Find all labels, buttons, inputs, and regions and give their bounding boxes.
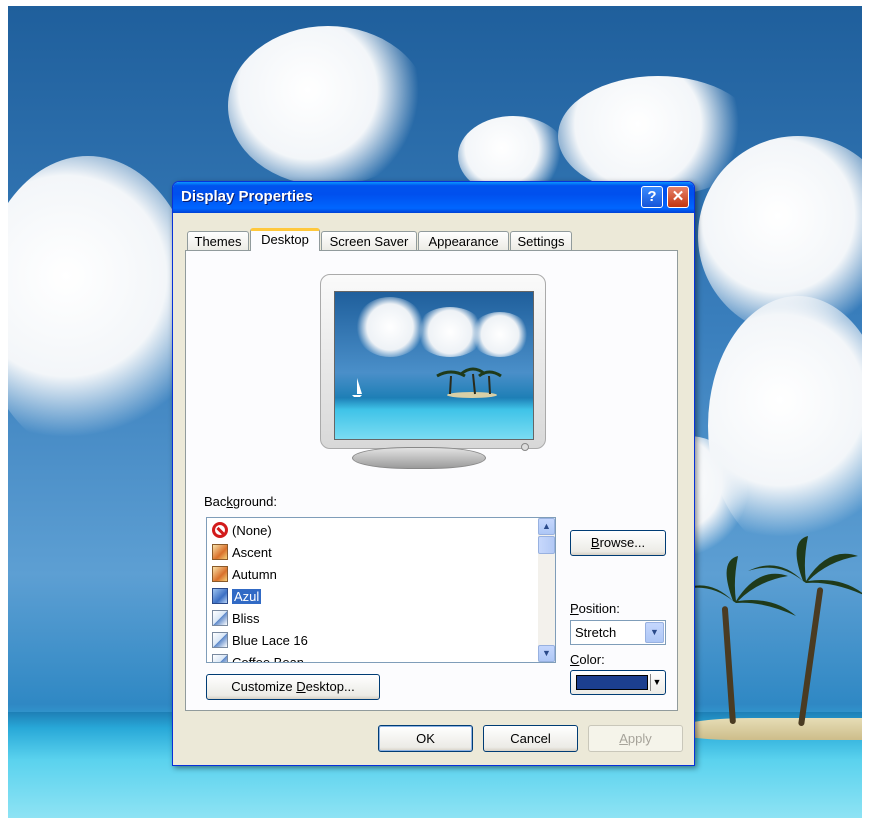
help-button[interactable]: ? xyxy=(641,186,663,208)
power-button-icon xyxy=(521,443,529,451)
tab-settings[interactable]: Settings xyxy=(510,231,572,250)
list-item[interactable]: Ascent xyxy=(212,543,272,563)
background-label: Background: xyxy=(204,494,277,509)
position-dropdown[interactable]: Stretch ▼ xyxy=(570,620,666,645)
position-label: Position: xyxy=(570,601,620,616)
image-file-icon xyxy=(212,588,228,604)
dialog-client-area: Themes Desktop Screen Saver Appearance S… xyxy=(177,213,690,761)
list-item[interactable]: Autumn xyxy=(212,565,277,585)
desktop-tab-panel: Background: (None) Ascent Autumn Azul Bl… xyxy=(185,250,678,711)
image-file-icon xyxy=(212,566,228,582)
list-scrollbar[interactable]: ▲ ▼ xyxy=(538,518,555,662)
tab-desktop[interactable]: Desktop xyxy=(250,228,320,251)
palm-tree-icon xyxy=(748,536,862,595)
color-swatch xyxy=(576,675,648,690)
color-picker-button[interactable]: ▼ xyxy=(570,670,666,695)
scroll-thumb[interactable] xyxy=(538,536,555,554)
close-icon: ✕ xyxy=(671,188,685,205)
chevron-up-icon: ▲ xyxy=(542,521,551,531)
island xyxy=(682,718,862,740)
tab-themes[interactable]: Themes xyxy=(187,231,249,250)
background-list[interactable]: (None) Ascent Autumn Azul Bliss Blue Lac… xyxy=(206,517,556,663)
color-label: Color: xyxy=(570,652,605,667)
monitor-preview xyxy=(320,274,546,451)
browse-button[interactable]: Browse... xyxy=(570,530,666,556)
paint-file-icon xyxy=(212,632,228,648)
chevron-down-icon: ▼ xyxy=(542,648,551,658)
none-icon xyxy=(212,522,228,538)
palm-tree-icon xyxy=(436,367,502,395)
cancel-button[interactable]: Cancel xyxy=(483,725,578,752)
list-item[interactable]: Azul xyxy=(212,587,262,607)
monitor-stand xyxy=(352,447,486,469)
display-properties-window: Display Properties ? ✕ Themes Desktop Sc… xyxy=(172,181,695,766)
position-value: Stretch xyxy=(575,625,617,640)
paint-file-icon xyxy=(212,610,228,626)
tab-appearance[interactable]: Appearance xyxy=(418,231,509,250)
sailboat-icon xyxy=(352,378,362,397)
paint-file-icon xyxy=(212,654,228,662)
image-file-icon xyxy=(212,544,228,560)
list-item[interactable]: Blue Lace 16 xyxy=(212,631,308,651)
title-bar[interactable]: Display Properties ? ✕ xyxy=(173,182,694,213)
list-item[interactable]: (None) xyxy=(212,521,272,541)
wallpaper-preview xyxy=(334,291,534,440)
tab-screen-saver[interactable]: Screen Saver xyxy=(321,231,417,250)
customize-desktop-button[interactable]: Customize Desktop... xyxy=(206,674,380,700)
list-item[interactable]: Bliss xyxy=(212,609,259,629)
chevron-down-icon[interactable]: ▼ xyxy=(645,622,664,643)
list-item[interactable]: Coffee Bean xyxy=(212,653,304,662)
ok-button[interactable]: OK xyxy=(378,725,473,752)
scroll-up-button[interactable]: ▲ xyxy=(538,518,555,535)
apply-button[interactable]: Apply xyxy=(588,725,683,752)
help-icon: ? xyxy=(647,188,657,205)
scroll-down-button[interactable]: ▼ xyxy=(538,645,555,662)
close-button[interactable]: ✕ xyxy=(667,186,689,208)
window-title: Display Properties xyxy=(181,188,313,205)
chevron-down-icon: ▼ xyxy=(650,674,663,691)
